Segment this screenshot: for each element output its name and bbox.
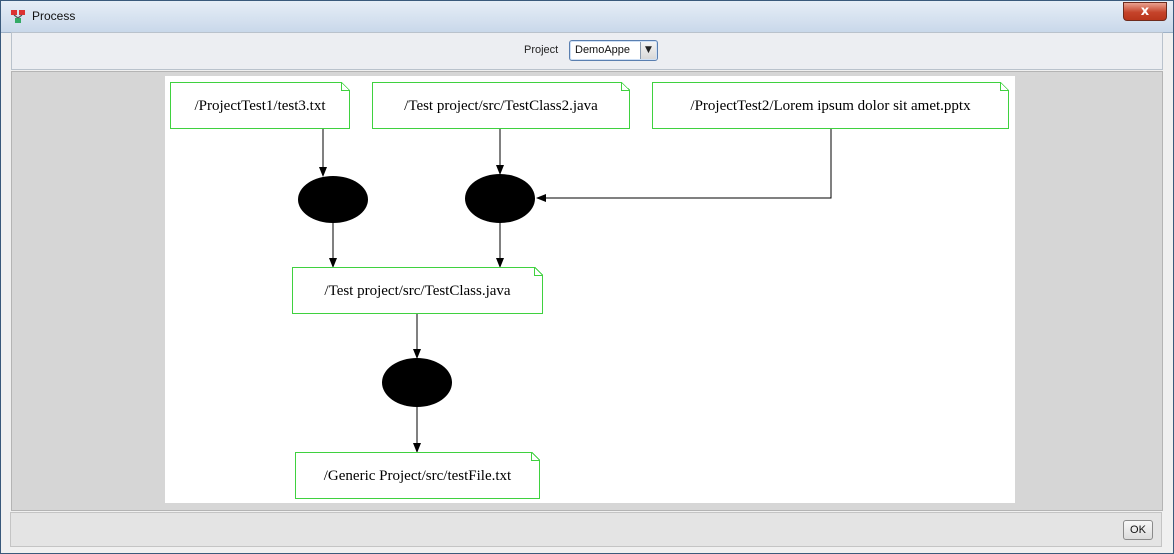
window-title: Process <box>32 9 76 23</box>
project-dropdown[interactable]: DemoAppe ▼ <box>569 40 658 61</box>
process-node-2[interactable] <box>465 174 535 223</box>
file-node-test3[interactable]: /ProjectTest1/test3.txt <box>170 82 350 129</box>
chevron-down-icon[interactable]: ▼ <box>640 42 656 59</box>
process-node-3[interactable] <box>382 358 452 407</box>
title-bar[interactable]: Process x <box>1 1 1173 33</box>
graph-canvas: /ProjectTest1/test3.txt /Test project/sr… <box>165 76 1015 503</box>
button-bar: OK <box>10 512 1162 547</box>
process-node-1[interactable] <box>298 176 368 223</box>
project-dropdown-value: DemoAppe <box>575 44 631 56</box>
toolbar: Project DemoAppe ▼ <box>11 32 1163 70</box>
file-node-testclass[interactable]: /Test project/src/TestClass.java <box>292 267 543 314</box>
project-label: Project <box>524 44 559 56</box>
file-node-lorem-pptx[interactable]: /ProjectTest2/Lorem ipsum dolor sit amet… <box>652 82 1009 129</box>
file-node-testfile[interactable]: /Generic Project/src/testFile.txt <box>295 452 540 499</box>
edge-pptx-to-process2 <box>536 129 832 202</box>
file-node-testclass2[interactable]: /Test project/src/TestClass2.java <box>372 82 630 129</box>
ok-button[interactable]: OK <box>1123 520 1153 540</box>
app-icon <box>11 10 25 23</box>
close-button[interactable]: x <box>1123 2 1167 21</box>
